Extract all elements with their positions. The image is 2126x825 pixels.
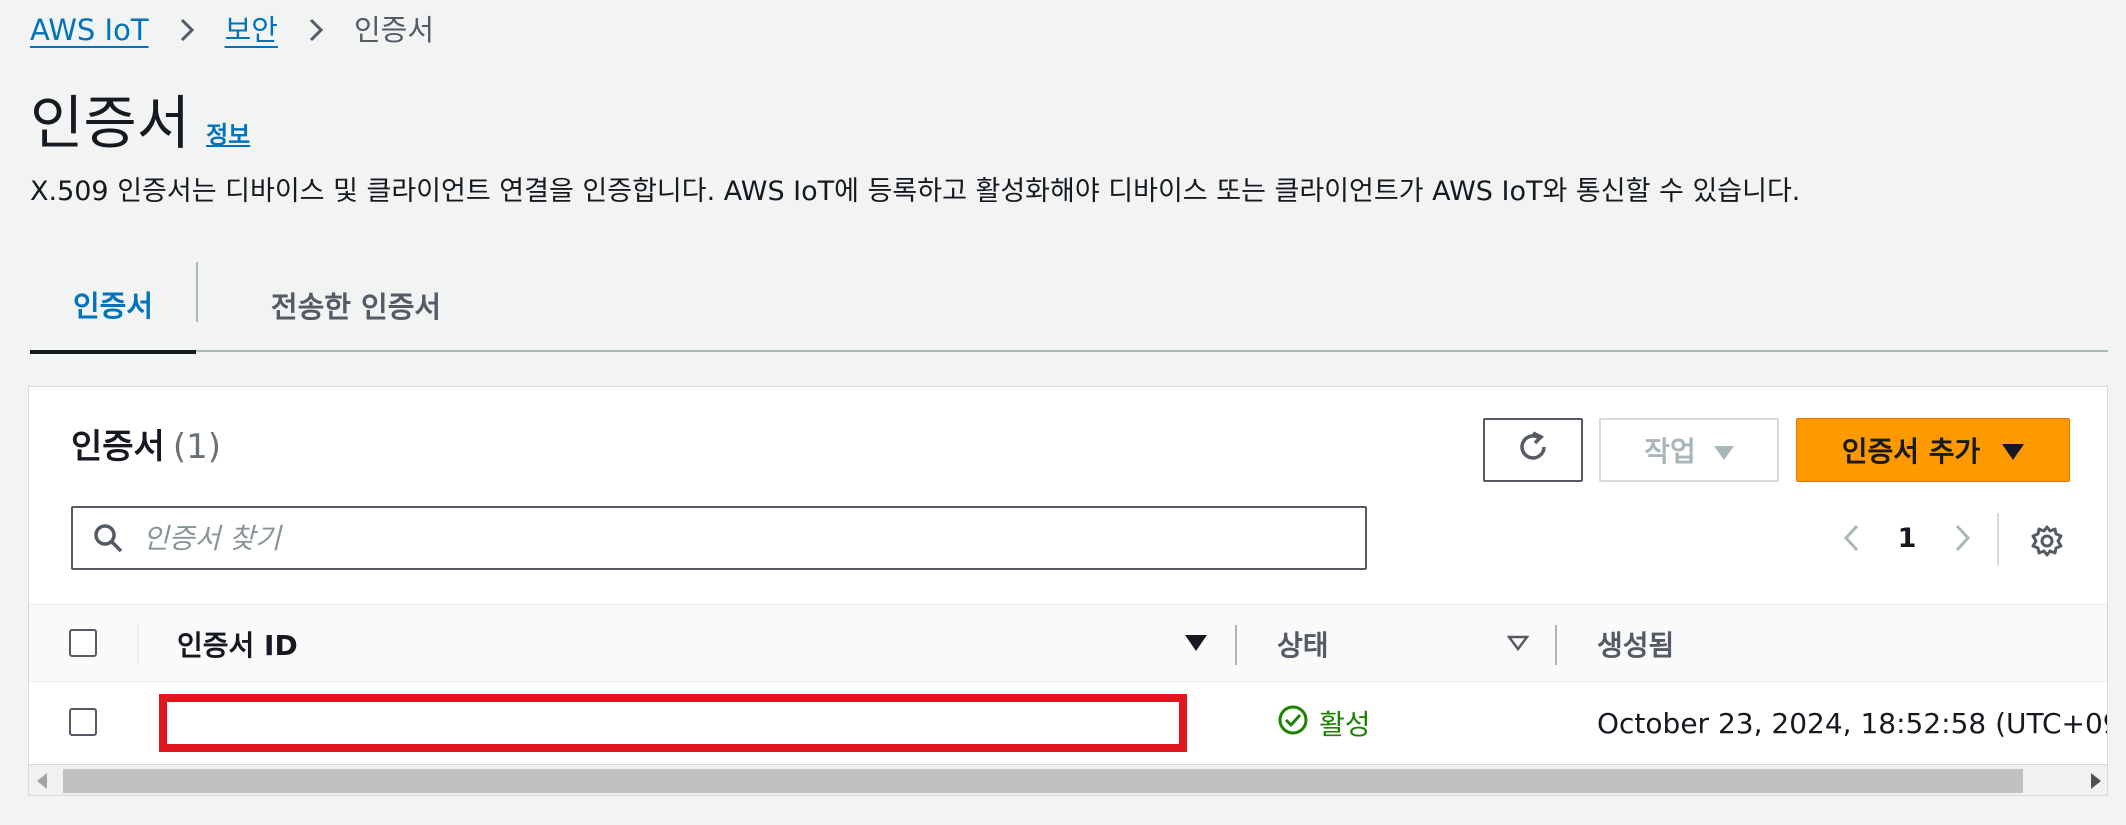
refresh-button[interactable]	[1483, 418, 1583, 482]
caret-down-icon	[2002, 434, 2025, 467]
next-page-button[interactable]	[1937, 512, 1989, 564]
sort-down-icon[interactable]	[1506, 635, 1530, 655]
status-cell: 활성	[1277, 682, 1371, 764]
search-field	[71, 506, 1367, 570]
scroll-left-icon[interactable]	[37, 765, 49, 795]
actions-button-label: 작업	[1644, 435, 1696, 468]
pagination-divider	[1997, 513, 1999, 565]
search-input[interactable]	[143, 521, 1343, 555]
chevron-right-icon	[1955, 524, 1971, 552]
column-separator	[1235, 625, 1237, 665]
sort-down-icon[interactable]	[1185, 635, 1207, 655]
refresh-icon	[1515, 429, 1551, 472]
panel-count: (1)	[172, 427, 222, 467]
horizontal-scrollbar[interactable]	[29, 764, 2107, 795]
add-certificate-button[interactable]: 인증서 추가	[1796, 418, 2070, 482]
panel-title: 인증서 (1)	[71, 425, 221, 469]
breadcrumb-link-security[interactable]: 보안	[225, 10, 278, 50]
gear-icon	[2031, 525, 2063, 557]
add-certificate-label: 인증서 추가	[1841, 435, 1981, 468]
column-separator	[137, 625, 139, 665]
chevron-left-icon	[1843, 524, 1859, 552]
column-separator	[1555, 625, 1557, 665]
certificate-id-redacted[interactable]	[159, 694, 1187, 752]
tab-certificates[interactable]: 인증서	[30, 262, 196, 354]
chevron-right-icon	[308, 17, 324, 43]
preferences-button[interactable]	[2021, 515, 2073, 567]
page-title: 인증서	[30, 89, 191, 157]
column-header-certificate-id[interactable]: 인증서 ID	[177, 605, 298, 683]
status-text: 활성	[1319, 708, 1371, 741]
panel-title-text: 인증서	[71, 427, 165, 467]
row-checkbox[interactable]	[69, 708, 97, 736]
column-header-created[interactable]: 생성됨	[1597, 605, 1674, 683]
scrollbar-thumb[interactable]	[63, 769, 2023, 793]
breadcrumb-current: 인증서	[353, 13, 434, 47]
caret-down-icon	[1713, 434, 1734, 467]
select-all-checkbox[interactable]	[69, 629, 97, 657]
breadcrumb: AWS IoT 보안 인증서	[30, 10, 434, 50]
search-icon	[73, 523, 143, 553]
check-circle-icon	[1277, 704, 1309, 743]
tab-list: 인증서 전송한 인증서	[30, 262, 2108, 354]
breadcrumb-link-aws-iot[interactable]: AWS IoT	[30, 10, 149, 50]
page-header: 인증서 정보	[30, 88, 250, 158]
previous-page-button[interactable]	[1825, 512, 1877, 564]
info-link[interactable]: 정보	[206, 115, 250, 150]
created-cell: October 23, 2024, 18:52:58 (UTC+09:00)	[1597, 706, 2107, 740]
page-number[interactable]: 1	[1877, 523, 1937, 554]
scroll-right-icon[interactable]	[2089, 765, 2101, 795]
table-header: 인증서 ID 상태 생성됨	[29, 604, 2107, 683]
column-header-status[interactable]: 상태	[1277, 605, 1329, 683]
tab-transferred-certificates[interactable]: 전송한 인증서	[236, 262, 476, 352]
actions-button[interactable]: 작업	[1599, 418, 1779, 482]
tab-divider	[196, 262, 198, 322]
pagination: 1	[1825, 512, 1989, 564]
page-description: X.509 인증서는 디바이스 및 클라이언트 연결을 인증합니다. AWS I…	[30, 176, 1801, 207]
chevron-right-icon	[179, 17, 195, 43]
certificates-panel: 인증서 (1) 작업 인증서 추가 인증서 찾기 1 인증서 ID 상태 생성됨…	[28, 386, 2108, 796]
table-row: 활성 October 23, 2024, 18:52:58 (UTC+09:00…	[29, 682, 2107, 764]
